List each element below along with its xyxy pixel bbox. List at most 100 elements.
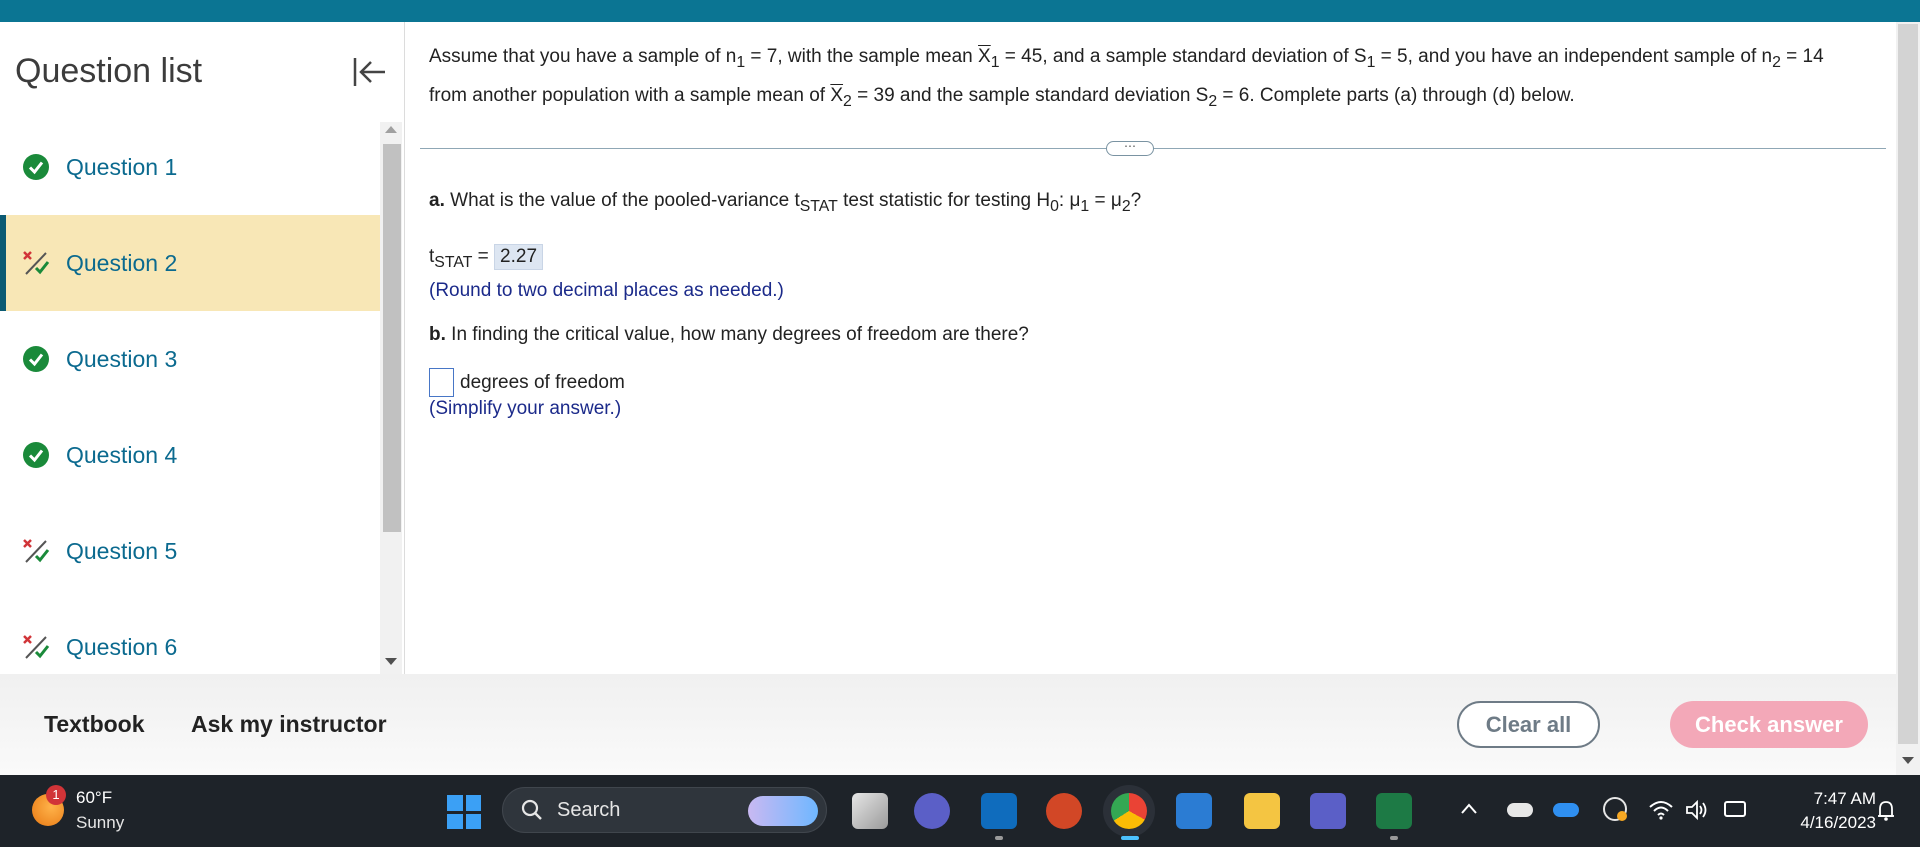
- expand-more-button[interactable]: ⋯: [1106, 140, 1154, 156]
- ask-instructor-link[interactable]: Ask my instructor: [191, 711, 387, 738]
- chevron-up-icon[interactable]: [1460, 802, 1478, 816]
- collapse-panel-button[interactable]: [349, 52, 389, 92]
- question-item-5[interactable]: Question 5: [0, 503, 380, 599]
- question-item-2[interactable]: Question 2: [0, 215, 380, 311]
- cloud-icon[interactable]: [1507, 803, 1533, 817]
- question-label: Question 6: [66, 633, 178, 660]
- windows-taskbar: 1 60°F Sunny Search 7:47 AM 4/16/2023: [0, 775, 1920, 847]
- subscript: STAT: [799, 197, 838, 215]
- teams-icon[interactable]: [1310, 793, 1346, 829]
- search-highlight-icon: [748, 796, 818, 826]
- x-bar-symbol: X: [830, 84, 844, 106]
- bottom-action-bar: Textbook Ask my instructor Clear all Che…: [0, 674, 1896, 775]
- answer-suffix: degrees of freedom: [460, 371, 625, 393]
- subscript: 1: [1080, 197, 1090, 215]
- question-item-3[interactable]: Question 3: [0, 311, 380, 407]
- clear-all-button[interactable]: Clear all: [1457, 701, 1600, 748]
- search-placeholder: Search: [557, 799, 621, 821]
- correct-check-icon: [23, 154, 49, 180]
- notification-badge: 1: [46, 785, 66, 805]
- partial-credit-icon: [23, 539, 50, 563]
- question-label: Question 2: [66, 249, 178, 276]
- weather-temperature[interactable]: 60°F: [76, 788, 112, 808]
- question-label: Question 1: [66, 153, 178, 180]
- question-list-panel: Question list Question 1 Question 2 Ques…: [0, 22, 405, 674]
- subscript: 2: [843, 92, 852, 110]
- excel-icon[interactable]: [1376, 793, 1412, 829]
- running-indicator: [1390, 836, 1398, 840]
- task-view-icon[interactable]: [852, 793, 888, 829]
- question-list: Question 1 Question 2 Question 3 Questio…: [0, 119, 380, 695]
- subscript: 0: [1050, 197, 1059, 215]
- problem-text: = 45, and a sample standard deviation of…: [999, 46, 1367, 67]
- question-item-4[interactable]: Question 4: [0, 407, 380, 503]
- problem-text: = 5, and you have an independent sample …: [1375, 46, 1773, 67]
- part-letter: a.: [429, 190, 445, 211]
- wifi-icon[interactable]: [1648, 799, 1674, 821]
- part-text: In finding the critical value, how many …: [445, 324, 1029, 345]
- subscript: 2: [1772, 53, 1781, 71]
- scroll-down-arrow-icon[interactable]: [1902, 757, 1914, 764]
- partial-credit-icon: [23, 635, 50, 659]
- battery-icon[interactable]: [1724, 801, 1746, 817]
- equals-sign: =: [472, 246, 495, 267]
- part-text: ?: [1130, 190, 1142, 211]
- part-a-answer: tSTAT = 2.27: [429, 244, 544, 272]
- subscript: 2: [1208, 92, 1218, 110]
- problem-text: = 14: [1780, 46, 1824, 67]
- question-list-scroll-thumb[interactable]: [383, 144, 401, 532]
- sync-warning-icon: [1617, 811, 1627, 821]
- running-indicator: [995, 836, 1003, 840]
- onedrive-icon[interactable]: [1553, 803, 1579, 817]
- scroll-down-arrow-icon[interactable]: [385, 658, 397, 665]
- question-item-1[interactable]: Question 1: [0, 119, 380, 215]
- collapse-left-icon: [353, 58, 385, 86]
- subscript: 1: [736, 53, 746, 71]
- file-explorer-icon[interactable]: [1244, 793, 1280, 829]
- top-header-bar: [0, 0, 1920, 22]
- question-content: Assume that you have a sample of n1 = 7,…: [406, 22, 1896, 674]
- part-b-question: b. In finding the critical value, how ma…: [429, 324, 1029, 346]
- problem-text: from another population with a sample me…: [429, 84, 831, 106]
- degrees-of-freedom-input[interactable]: [429, 368, 454, 397]
- tstat-answer-field[interactable]: 2.27: [494, 244, 544, 270]
- problem-text: Assume that you have a sample of n: [429, 46, 737, 67]
- outlook-icon[interactable]: [981, 793, 1017, 829]
- rounding-hint: (Round to two decimal places as needed.): [429, 280, 784, 301]
- notification-bell-icon[interactable]: [1876, 799, 1896, 823]
- part-text: test statistic for testing H: [837, 190, 1051, 211]
- page-scroll-thumb[interactable]: [1898, 24, 1918, 744]
- part-text: : μ: [1058, 190, 1081, 211]
- subscript: 1: [990, 53, 1000, 71]
- part-letter: b.: [429, 324, 446, 345]
- question-label: Question 5: [66, 537, 178, 564]
- correct-check-icon: [23, 346, 49, 372]
- textbook-link[interactable]: Textbook: [44, 711, 145, 738]
- weather-condition[interactable]: Sunny: [76, 813, 124, 833]
- problem-text: = 39 and the sample standard deviation S: [851, 84, 1209, 106]
- part-a-question: a. What is the value of the pooled-varia…: [429, 190, 1141, 216]
- clock-time[interactable]: 7:47 AM: [1760, 789, 1876, 809]
- subscript: 2: [1121, 197, 1131, 215]
- correct-check-icon: [23, 442, 49, 468]
- check-answer-button[interactable]: Check answer: [1670, 701, 1868, 748]
- powerpoint-icon[interactable]: [1046, 793, 1082, 829]
- part-b-answer: degrees of freedom: [429, 368, 625, 397]
- problem-text: = 7, with the sample mean: [745, 46, 979, 67]
- question-list-title: Question list: [15, 52, 203, 90]
- x-bar-symbol: X: [978, 46, 991, 67]
- question-label: Question 3: [66, 345, 178, 372]
- clock-date[interactable]: 4/16/2023: [1760, 813, 1876, 833]
- word-icon[interactable]: [1176, 793, 1212, 829]
- subscript: STAT: [434, 253, 473, 271]
- chrome-icon[interactable]: [1111, 793, 1147, 829]
- question-label: Question 4: [66, 441, 178, 468]
- problem-statement: Assume that you have a sample of n1 = 7,…: [429, 40, 1869, 118]
- volume-icon[interactable]: [1685, 799, 1709, 821]
- scroll-up-arrow-icon[interactable]: [385, 126, 397, 133]
- windows-start-icon[interactable]: [447, 795, 481, 829]
- taskbar-search-box[interactable]: Search: [502, 787, 827, 833]
- simplify-hint: (Simplify your answer.): [429, 398, 622, 419]
- chat-icon[interactable]: [914, 793, 950, 829]
- part-text: = μ: [1089, 190, 1122, 211]
